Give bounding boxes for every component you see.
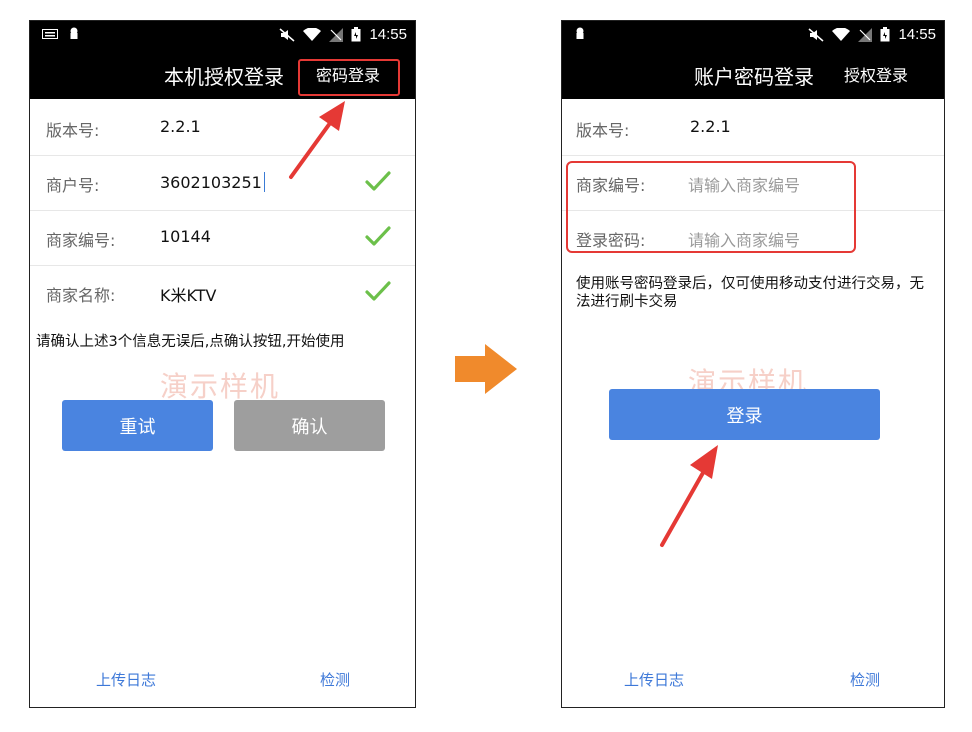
annotation-arrow-icon — [289, 101, 345, 179]
wifi-icon — [832, 27, 851, 41]
field-label: 商户号: — [46, 176, 100, 195]
mute-icon — [808, 27, 824, 42]
annotation-arrow-icon — [660, 445, 718, 547]
status-time: 14:55 — [898, 26, 936, 43]
confirm-hint-text: 请确认上述3个信息无误后,点确认按钮,开始使用 — [36, 334, 345, 350]
page-title: 账户密码登录 — [694, 65, 814, 89]
transition-arrow-icon — [455, 344, 517, 394]
confirm-button[interactable]: 确认 — [234, 400, 385, 451]
retry-button[interactable]: 重试 — [62, 400, 213, 451]
phone-screen-authorized-login: 14:55 本机授权登录 密码登录 版本号: 2.2.1 商户号: 360210… — [29, 20, 416, 708]
app-bar: 账户密码登录 授权登录 — [562, 49, 944, 99]
field-row-version: 版本号: 2.2.1 — [562, 101, 944, 156]
upload-log-link[interactable]: 上传日志 — [624, 669, 684, 690]
android-icon — [576, 27, 584, 39]
highlight-box — [566, 161, 856, 253]
field-label: 商家名称: — [46, 286, 116, 305]
android-icon — [70, 27, 78, 39]
mute-icon — [279, 27, 295, 42]
status-bar: 14:55 — [562, 21, 944, 49]
no-signal-icon — [858, 27, 873, 42]
no-signal-icon — [329, 27, 344, 42]
field-row-merchant-id[interactable]: 商户号: 3602103251 — [30, 156, 415, 211]
status-time: 14:55 — [369, 26, 407, 43]
login-button[interactable]: 登录 — [609, 389, 880, 440]
field-row-store-name: 商家名称: K米KTV — [30, 266, 415, 320]
keyboard-icon — [42, 29, 58, 39]
upload-log-link[interactable]: 上传日志 — [96, 669, 156, 690]
checkmark-icon — [365, 171, 391, 191]
authorized-login-button[interactable]: 授权登录 — [844, 62, 908, 86]
field-value: 2.2.1 — [690, 117, 731, 136]
field-label: 版本号: — [46, 121, 100, 140]
detect-link[interactable]: 检测 — [850, 669, 880, 690]
text-cursor — [263, 172, 266, 192]
wifi-icon — [303, 27, 322, 41]
field-label: 版本号: — [576, 121, 630, 140]
field-value: 2.2.1 — [160, 117, 201, 136]
field-value: K米KTV — [160, 286, 217, 305]
merchant-id-input[interactable]: 3602103251 — [160, 172, 266, 192]
checkmark-icon — [365, 281, 391, 301]
highlight-box — [298, 59, 400, 96]
demo-watermark: 演示样机 — [160, 370, 281, 403]
battery-icon — [880, 27, 890, 42]
battery-icon — [351, 27, 361, 42]
phone-screen-password-login: 14:55 账户密码登录 授权登录 版本号: 2.2.1 商家编号: 请输入商家… — [561, 20, 945, 708]
field-value: 10144 — [160, 227, 211, 246]
detect-link[interactable]: 检测 — [320, 669, 350, 690]
field-row-version: 版本号: 2.2.1 — [30, 101, 415, 156]
password-login-hint: 使用账号密码登录后，仅可使用移动支付进行交易，无法进行刷卡交易 — [576, 276, 924, 310]
field-row-store-code: 商家编号: 10144 — [30, 211, 415, 266]
field-label: 商家编号: — [46, 231, 116, 250]
status-bar: 14:55 — [30, 21, 415, 49]
checkmark-icon — [365, 226, 391, 246]
page-title: 本机授权登录 — [164, 65, 284, 89]
